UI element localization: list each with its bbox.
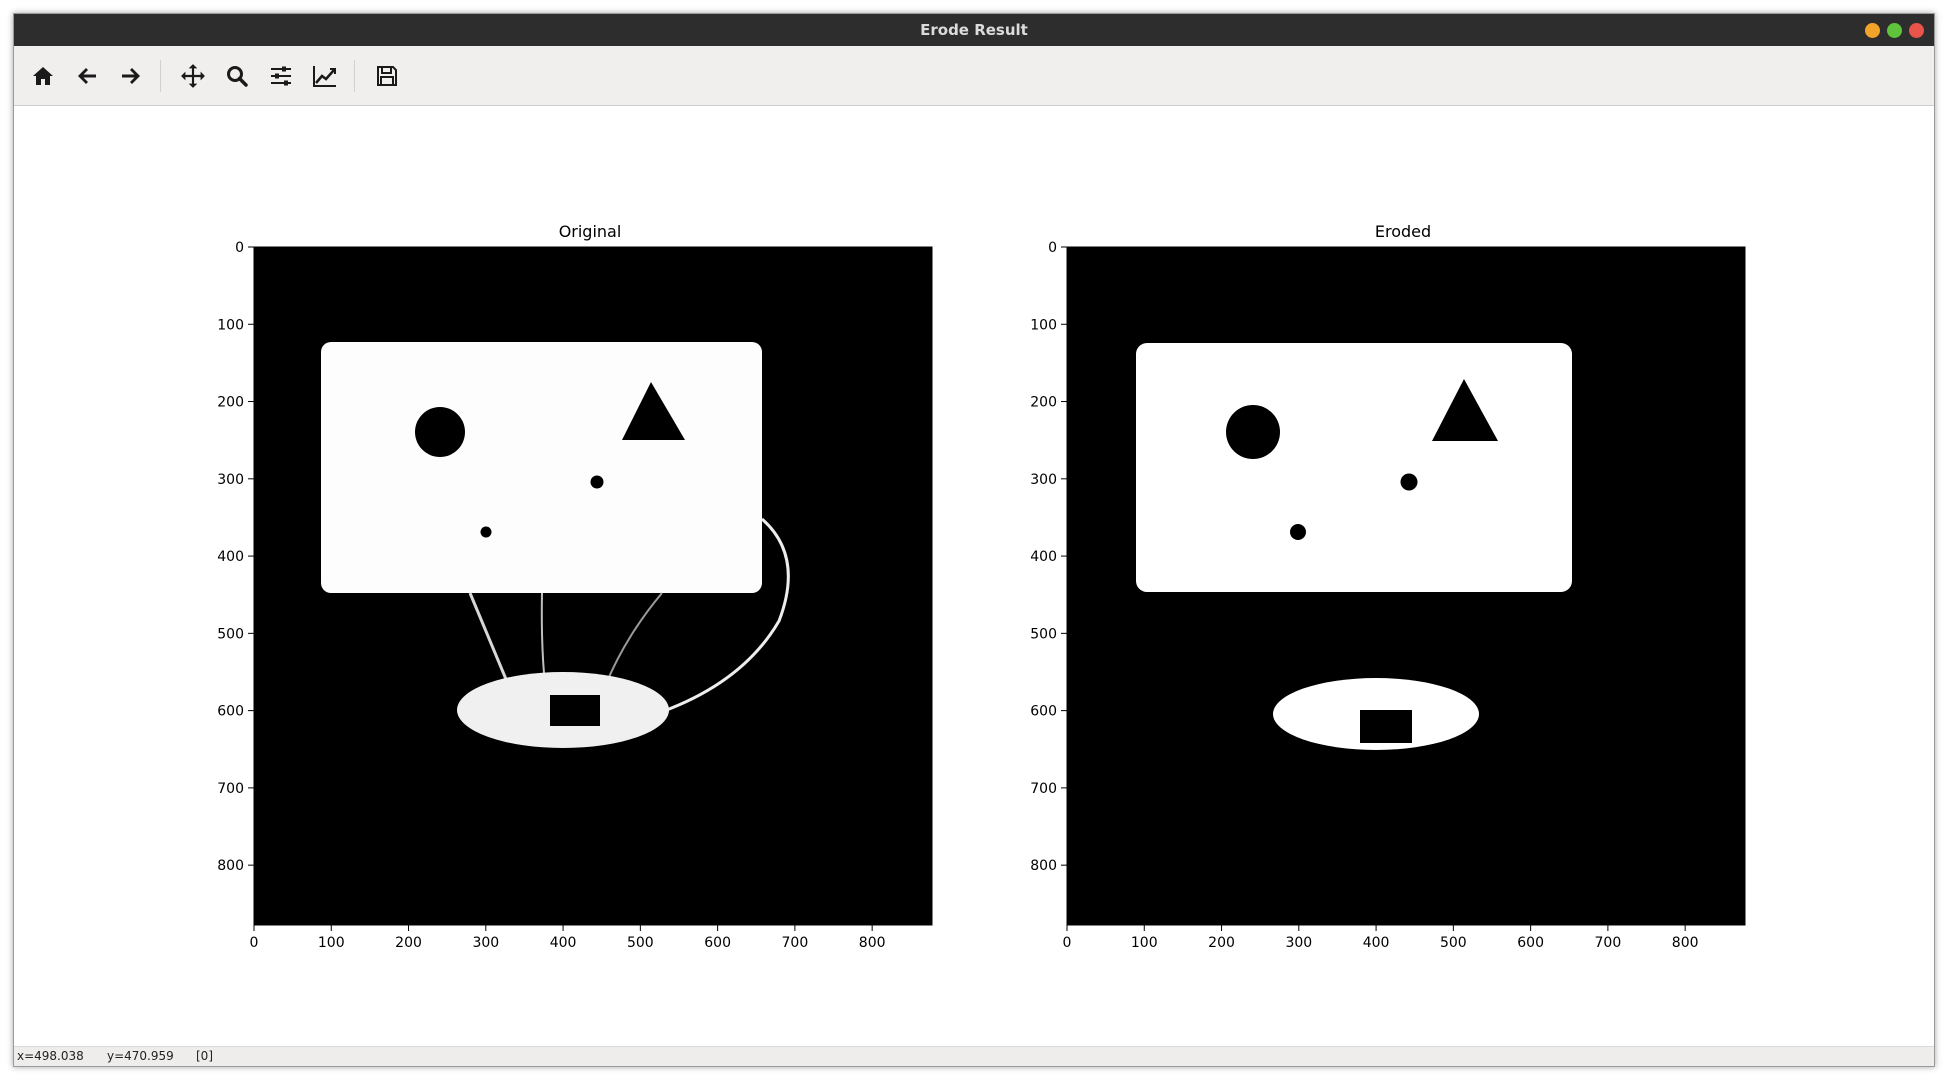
status-bar: x=498.038 y=470.959 [0] bbox=[14, 1046, 1934, 1066]
status-x-coordinate: x=498.038 bbox=[17, 1049, 84, 1063]
axes-edit-button[interactable] bbox=[309, 60, 341, 92]
app-window: Erode Result Original 0 100 200 300 400 … bbox=[13, 13, 1935, 1067]
y-tick-label: 0 bbox=[235, 240, 244, 256]
toolbar-separator bbox=[160, 60, 161, 92]
axes-title: Eroded bbox=[1375, 222, 1431, 241]
x-tick-label: 200 bbox=[1208, 935, 1235, 951]
title-bar[interactable]: Erode Result bbox=[14, 14, 1934, 46]
y-axis-ticks: 0 100 200 300 400 500 600 700 800 bbox=[217, 240, 254, 874]
x-tick-label: 800 bbox=[1672, 935, 1699, 951]
arrow-right-icon bbox=[122, 68, 140, 84]
x-tick-label: 700 bbox=[1595, 935, 1622, 951]
axes-eroded[interactable]: Eroded 0 100 200 300 400 500 600 700 800 0 100 200… bbox=[1030, 222, 1746, 951]
y-tick-label: 300 bbox=[1030, 472, 1057, 488]
back-button[interactable] bbox=[71, 60, 103, 92]
x-tick-label: 500 bbox=[1440, 935, 1467, 951]
x-tick-label: 0 bbox=[1063, 935, 1072, 951]
y-tick-label: 500 bbox=[217, 626, 244, 642]
y-tick-label: 100 bbox=[217, 317, 244, 333]
y-tick-label: 400 bbox=[217, 549, 244, 565]
sliders-icon bbox=[271, 66, 291, 86]
toolbar-separator bbox=[354, 60, 355, 92]
move-icon bbox=[181, 64, 205, 88]
x-axis-ticks: 0 100 200 300 400 500 600 700 800 bbox=[250, 925, 886, 951]
y-tick-label: 600 bbox=[1030, 704, 1057, 720]
toolbar bbox=[14, 46, 1934, 106]
x-tick-label: 400 bbox=[1363, 935, 1390, 951]
y-tick-label: 300 bbox=[217, 472, 244, 488]
x-tick-label: 100 bbox=[1131, 935, 1158, 951]
arrow-left-icon bbox=[78, 68, 96, 84]
x-tick-label: 500 bbox=[627, 935, 654, 951]
window-title: Erode Result bbox=[920, 21, 1028, 39]
save-icon bbox=[377, 66, 397, 86]
x-tick-label: 300 bbox=[472, 935, 499, 951]
save-button[interactable] bbox=[371, 60, 403, 92]
y-tick-label: 700 bbox=[1030, 781, 1057, 797]
pan-button[interactable] bbox=[177, 60, 209, 92]
y-tick-label: 200 bbox=[1030, 395, 1057, 411]
x-tick-label: 400 bbox=[550, 935, 577, 951]
x-tick-label: 300 bbox=[1285, 935, 1312, 951]
figure-svg: Original 0 100 200 300 400 500 600 700 800 bbox=[217, 222, 1746, 951]
minimize-button[interactable] bbox=[1865, 23, 1880, 38]
y-tick-label: 800 bbox=[1030, 858, 1057, 874]
y-tick-label: 600 bbox=[217, 704, 244, 720]
y-tick-label: 100 bbox=[1030, 317, 1057, 333]
y-tick-label: 500 bbox=[1030, 626, 1057, 642]
forward-button[interactable] bbox=[115, 60, 147, 92]
x-tick-label: 700 bbox=[782, 935, 809, 951]
y-tick-label: 700 bbox=[217, 781, 244, 797]
status-pixel-value: [0] bbox=[196, 1049, 213, 1063]
line-chart-icon bbox=[313, 66, 336, 87]
y-tick-label: 400 bbox=[1030, 549, 1057, 565]
y-tick-label: 800 bbox=[217, 858, 244, 874]
x-tick-label: 0 bbox=[250, 935, 259, 951]
x-tick-label: 200 bbox=[395, 935, 422, 951]
axes-title: Original bbox=[559, 222, 622, 241]
maximize-button[interactable] bbox=[1887, 23, 1902, 38]
x-tick-label: 600 bbox=[1517, 935, 1544, 951]
close-button[interactable] bbox=[1909, 23, 1924, 38]
x-tick-label: 600 bbox=[704, 935, 731, 951]
axes-original[interactable]: Original 0 100 200 300 400 500 600 700 800 bbox=[217, 222, 933, 951]
home-button[interactable] bbox=[27, 60, 59, 92]
y-tick-label: 200 bbox=[217, 395, 244, 411]
status-y-coordinate: y=470.959 bbox=[107, 1049, 174, 1063]
zoom-button[interactable] bbox=[221, 60, 253, 92]
home-icon bbox=[33, 67, 53, 85]
y-axis-ticks: 0 100 200 300 400 500 600 700 800 bbox=[1030, 240, 1067, 874]
subplots-button[interactable] bbox=[265, 60, 297, 92]
x-tick-label: 100 bbox=[318, 935, 345, 951]
zoom-icon bbox=[227, 66, 248, 87]
x-tick-label: 800 bbox=[859, 935, 886, 951]
x-axis-ticks: 0 100 200 300 400 500 600 700 800 bbox=[1063, 925, 1699, 951]
y-tick-label: 0 bbox=[1048, 240, 1057, 256]
figure-canvas[interactable]: Original 0 100 200 300 400 500 600 700 800 bbox=[14, 106, 1934, 1046]
